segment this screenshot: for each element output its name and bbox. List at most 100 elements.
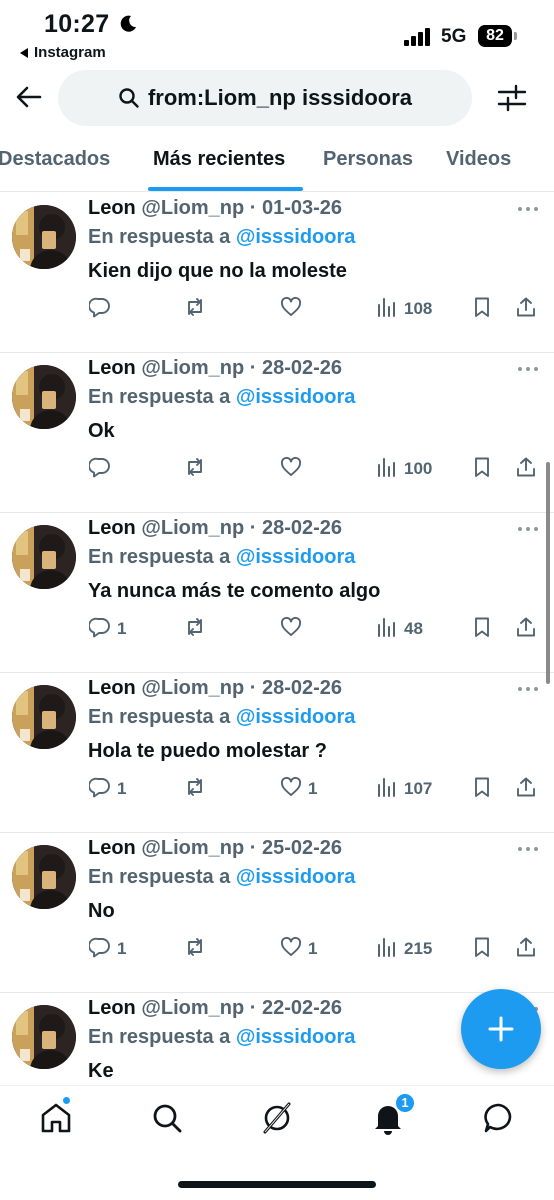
tweet-date: · 28-02-26 bbox=[249, 677, 343, 699]
repost-button[interactable] bbox=[184, 296, 206, 322]
avatar[interactable] bbox=[12, 365, 76, 429]
share-button[interactable] bbox=[515, 936, 537, 962]
tab-mas-recientes[interactable]: Más recientes bbox=[153, 148, 285, 171]
views-button[interactable]: 107 bbox=[376, 776, 432, 802]
back-to-app-link[interactable]: Instagram bbox=[18, 44, 106, 61]
battery-icon: 82 bbox=[478, 25, 518, 47]
bookmark-button[interactable] bbox=[471, 616, 493, 642]
tweet[interactable]: Leon @Liom_np · 25-02-26 En respuesta a … bbox=[0, 833, 554, 993]
reply-button[interactable]: 1 bbox=[88, 776, 126, 802]
reply-mention-link[interactable]: @isssidoora bbox=[236, 1026, 356, 1048]
tweet[interactable]: Leon @Liom_np · 28-02-26 En respuesta a … bbox=[0, 673, 554, 833]
tweet-author-name[interactable]: Leon bbox=[88, 357, 136, 379]
more-options-icon[interactable] bbox=[516, 359, 540, 379]
share-button[interactable] bbox=[515, 776, 537, 802]
reply-mention-link[interactable]: @isssidoora bbox=[236, 866, 356, 888]
compose-post-button[interactable] bbox=[461, 989, 541, 1069]
nav-messages[interactable] bbox=[481, 1100, 517, 1136]
tweet-author-name[interactable]: Leon bbox=[88, 197, 136, 219]
back-arrow-icon[interactable] bbox=[14, 82, 44, 112]
more-options-icon[interactable] bbox=[516, 839, 540, 859]
message-bubble-icon bbox=[484, 1103, 512, 1133]
nav-explore[interactable] bbox=[149, 1100, 185, 1136]
reply-mention-link[interactable]: @isssidoora bbox=[236, 226, 356, 248]
more-options-icon[interactable] bbox=[516, 679, 540, 699]
reply-mention-link[interactable]: @isssidoora bbox=[236, 546, 356, 568]
repost-icon bbox=[184, 616, 206, 643]
tweet-author-name[interactable]: Leon bbox=[88, 517, 136, 539]
like-button[interactable] bbox=[280, 456, 308, 482]
reply-button[interactable] bbox=[88, 296, 117, 323]
tab-destacados[interactable]: Destacados bbox=[0, 148, 110, 171]
view-count: 108 bbox=[404, 299, 433, 318]
repost-icon bbox=[184, 456, 206, 483]
nav-grok[interactable] bbox=[259, 1100, 295, 1136]
reply-icon bbox=[88, 296, 111, 323]
heart-icon bbox=[280, 936, 302, 963]
views-button[interactable]: 108 bbox=[376, 296, 432, 322]
reply-button[interactable] bbox=[88, 456, 117, 482]
reply-button[interactable]: 1 bbox=[88, 616, 127, 642]
share-button[interactable] bbox=[515, 616, 537, 642]
tweet-author-handle: @Liom_np bbox=[141, 997, 245, 1019]
tweet-feed[interactable]: Leon @Liom_np · 01-03-26 En respuesta a … bbox=[0, 193, 554, 1085]
repost-button[interactable] bbox=[184, 936, 206, 962]
like-button[interactable]: 1 bbox=[280, 936, 317, 962]
bookmark-button[interactable] bbox=[471, 776, 493, 802]
views-icon bbox=[376, 456, 398, 483]
moon-icon bbox=[120, 15, 136, 32]
home-indicator bbox=[178, 1181, 376, 1188]
share-button[interactable] bbox=[515, 456, 537, 482]
tweet[interactable]: Leon @Liom_np · 01-03-26 En respuesta a … bbox=[0, 193, 554, 353]
tweet-author-name[interactable]: Leon bbox=[88, 677, 136, 699]
tweet[interactable]: Leon @Liom_np · 28-02-26 En respuesta a … bbox=[0, 513, 554, 673]
network-type: 5G bbox=[441, 26, 467, 47]
view-count: 107 bbox=[404, 779, 433, 798]
tweet-author-name[interactable]: Leon bbox=[88, 837, 136, 859]
nav-home[interactable] bbox=[38, 1100, 74, 1136]
repost-button[interactable] bbox=[184, 616, 206, 642]
tweet-text: Ya nunca más te comento algo bbox=[88, 580, 381, 602]
heart-icon bbox=[280, 776, 302, 803]
views-button[interactable]: 100 bbox=[376, 456, 432, 482]
search-query: from:Liom_np isssidoora bbox=[147, 85, 413, 110]
search-icon bbox=[153, 1104, 182, 1133]
avatar[interactable] bbox=[12, 685, 76, 749]
avatar[interactable] bbox=[12, 205, 76, 269]
like-button[interactable] bbox=[280, 296, 308, 322]
like-button[interactable] bbox=[280, 616, 308, 642]
tab-personas[interactable]: Personas bbox=[323, 148, 413, 171]
repost-button[interactable] bbox=[184, 456, 206, 482]
active-tab-indicator bbox=[148, 187, 303, 191]
bookmark-button[interactable] bbox=[471, 296, 493, 322]
tweet[interactable]: Leon @Liom_np · 28-02-26 En respuesta a … bbox=[0, 353, 554, 513]
repost-button[interactable] bbox=[184, 776, 206, 802]
scrollbar[interactable] bbox=[546, 462, 550, 684]
repost-icon bbox=[184, 296, 206, 323]
share-button[interactable] bbox=[515, 296, 537, 322]
tweet-author-handle: @Liom_np bbox=[141, 357, 245, 379]
bookmark-button[interactable] bbox=[471, 456, 493, 482]
like-button[interactable]: 1 bbox=[280, 776, 317, 802]
avatar[interactable] bbox=[12, 1005, 76, 1069]
reply-mention-link[interactable]: @isssidoora bbox=[236, 706, 356, 728]
views-button[interactable]: 215 bbox=[376, 936, 432, 962]
avatar[interactable] bbox=[12, 525, 76, 589]
back-triangle-icon bbox=[20, 47, 28, 58]
search-filter-icon[interactable] bbox=[496, 82, 528, 114]
grok-icon bbox=[263, 1102, 291, 1134]
reply-count: 1 bbox=[117, 619, 127, 638]
tab-videos[interactable]: Videos bbox=[446, 148, 511, 171]
more-options-icon[interactable] bbox=[516, 199, 540, 219]
reply-mention-link[interactable]: @isssidoora bbox=[236, 386, 356, 408]
heart-icon bbox=[280, 456, 302, 483]
bookmark-button[interactable] bbox=[471, 936, 493, 962]
tweet-author-name[interactable]: Leon bbox=[88, 997, 136, 1019]
search-input[interactable]: from:Liom_np isssidoora bbox=[58, 70, 472, 126]
views-button[interactable]: 48 bbox=[376, 616, 423, 642]
tweet-actions: 1 1 215 bbox=[0, 936, 554, 962]
repost-icon bbox=[184, 776, 206, 803]
reply-button[interactable]: 1 bbox=[88, 936, 126, 962]
more-options-icon[interactable] bbox=[516, 519, 540, 539]
avatar[interactable] bbox=[12, 845, 76, 909]
